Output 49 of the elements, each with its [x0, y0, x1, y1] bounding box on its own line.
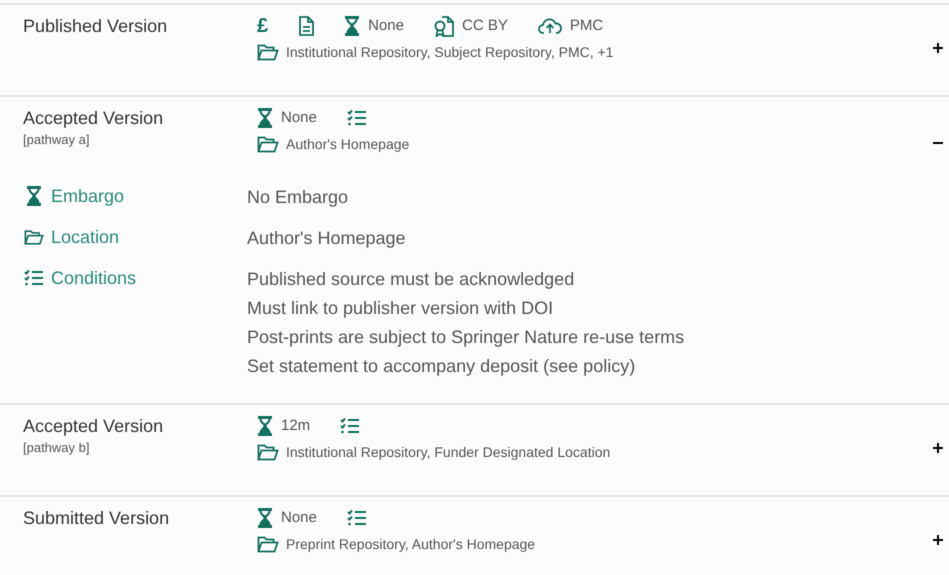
summary-value: CC BY	[462, 16, 508, 36]
location-list: Preprint Repository, Author's Homepage	[286, 534, 536, 555]
detail-label: Embargo	[51, 184, 124, 208]
summary-value: None	[281, 508, 317, 528]
hourglass-icon	[257, 416, 273, 436]
detail-value: Set statement to accompany deposit (see policy)	[247, 355, 636, 378]
folder-icon	[257, 44, 279, 61]
detail-label: Location	[51, 226, 120, 248]
version-title: Accepted Version	[23, 107, 164, 129]
detail-label: Conditions	[51, 266, 136, 290]
plus-icon	[933, 43, 943, 53]
detail-value: Published source must be acknowledged	[247, 268, 576, 291]
detail-value: Post-prints are subject to Springer Nature re-use terms	[247, 326, 684, 349]
expand-button[interactable]	[932, 42, 944, 54]
folder-icon	[257, 444, 279, 461]
expand-button[interactable]	[932, 442, 944, 454]
summary-value: PMC	[570, 16, 604, 36]
certificate-icon	[434, 16, 454, 36]
location-list: Author's Homepage	[286, 134, 410, 155]
plus-icon	[933, 535, 943, 545]
folder-icon	[24, 228, 44, 246]
checklist-icon	[24, 269, 44, 287]
version-title: Accepted Version	[23, 415, 164, 437]
hourglass-icon	[26, 186, 42, 206]
detail-value: No Embargo	[247, 186, 348, 209]
hourglass-icon	[344, 16, 360, 36]
pound-icon: £	[257, 16, 268, 36]
summary-value: 12m	[281, 416, 310, 436]
pathway-label: [pathway b]	[23, 439, 90, 457]
plus-icon	[933, 443, 943, 453]
summary-value: None	[281, 108, 317, 128]
pathway-label: [pathway a]	[23, 131, 90, 149]
expand-button[interactable]	[932, 534, 944, 546]
detail-value: Must link to publisher version with DOI	[247, 297, 554, 320]
folder-icon	[257, 536, 279, 553]
version-title: Published Version	[23, 15, 168, 37]
cloud-upload-icon	[538, 17, 562, 35]
version-title: Submitted Version	[23, 507, 170, 529]
checklist-icon	[340, 417, 360, 435]
summary-value: None	[368, 16, 404, 36]
hourglass-icon	[257, 108, 273, 128]
checklist-icon	[346, 509, 367, 527]
document-icon	[298, 16, 314, 36]
hourglass-icon	[257, 508, 273, 528]
detail-value: Author's Homepage	[247, 227, 406, 250]
checklist-icon	[346, 109, 367, 127]
folder-icon	[257, 136, 279, 153]
location-list: Institutional Repository, Subject Repository, PMC, +1	[286, 42, 614, 63]
location-list: Institutional Repository, Funder Designated Location	[286, 442, 610, 463]
